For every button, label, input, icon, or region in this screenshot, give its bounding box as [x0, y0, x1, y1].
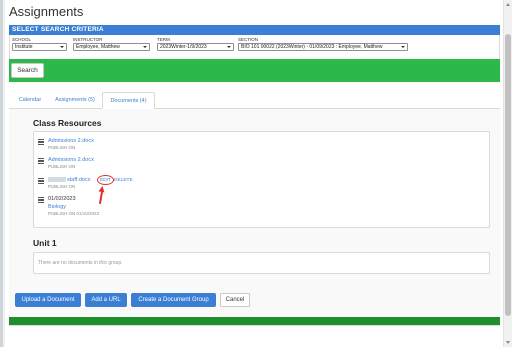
chevron-down-icon	[60, 46, 64, 48]
term-filter: TERM 2023Winter-1/9/2023	[157, 37, 234, 51]
class-resources-title: Class Resources	[33, 118, 102, 128]
search-button[interactable]: Search	[11, 63, 44, 78]
term-select-value: 2023Winter-1/9/2023	[160, 44, 207, 50]
delete-link[interactable]: DELETE	[114, 178, 133, 183]
publish-status: PUBLISH ON	[48, 145, 76, 150]
drag-handle-icon[interactable]	[38, 178, 44, 184]
term-select[interactable]: 2023Winter-1/9/2023	[157, 43, 234, 51]
unit-document-list: There are no documents in this group.	[33, 252, 490, 274]
vertical-scrollbar[interactable]	[503, 0, 512, 347]
document-link[interactable]: Admissions 2.docx	[48, 157, 94, 163]
add-url-button[interactable]: Add a URL	[85, 293, 127, 307]
empty-state-text: There are no documents in this group.	[38, 260, 123, 266]
unit-title: Unit 1	[33, 238, 57, 248]
document-date: 01/02/2023	[48, 196, 76, 202]
chevron-down-icon	[143, 46, 147, 48]
tab-documents[interactable]: Documents (4)	[102, 92, 155, 109]
chevron-down-icon	[227, 46, 231, 48]
instructor-select[interactable]: Employee, Matthew	[73, 43, 150, 51]
scroll-up-icon[interactable]	[506, 3, 510, 6]
school-filter: SCHOOL Institute	[12, 37, 67, 51]
tab-strip: Calendar Assignments (5) Documents (4)	[9, 92, 500, 109]
section-select-value: BIO 101 00022 (2023Winter) - 01/09/2023 …	[241, 44, 383, 50]
page-title: Assignments	[9, 4, 84, 19]
footer-bar	[9, 317, 500, 325]
drag-handle-icon[interactable]	[38, 158, 44, 164]
school-select[interactable]: Institute	[12, 43, 67, 51]
document-link[interactable]: staff.docx	[48, 177, 90, 183]
publish-status: PUBLISH ON	[48, 164, 76, 169]
search-criteria-row: SCHOOL Institute INSTRUCTOR Employee, Ma…	[9, 35, 500, 59]
drag-handle-icon[interactable]	[38, 139, 44, 145]
drag-handle-icon[interactable]	[38, 197, 44, 203]
document-link[interactable]: Admissions 2.docx	[48, 138, 94, 144]
search-bar-background	[9, 59, 500, 82]
document-link-label: staff.docx	[67, 177, 91, 183]
tab-assignments[interactable]: Assignments (5)	[50, 92, 100, 109]
instructor-filter: INSTRUCTOR Employee, Matthew	[73, 37, 150, 51]
upload-document-button[interactable]: Upload a Document	[15, 293, 81, 307]
create-document-group-button[interactable]: Create a Document Group	[131, 293, 216, 307]
annotation-circle	[97, 175, 114, 185]
section-select[interactable]: BIO 101 00022 (2023Winter) - 01/09/2023 …	[238, 43, 408, 51]
school-select-value: Institute	[15, 44, 33, 50]
scrollbar-thumb[interactable]	[505, 34, 511, 316]
search-criteria-header: SELECT SEARCH CRITERIA	[9, 25, 500, 35]
divider	[9, 325, 500, 326]
scroll-down-icon[interactable]	[506, 341, 510, 344]
window-frame-left-inner	[3, 0, 5, 347]
instructor-select-value: Employee, Matthew	[76, 44, 120, 50]
tab-calendar[interactable]: Calendar	[15, 92, 45, 109]
cancel-button[interactable]: Cancel	[220, 293, 250, 307]
redacted-text	[48, 177, 66, 183]
publish-status: PUBLISH ON	[48, 184, 76, 189]
section-filter: SECTION BIO 101 00022 (2023Winter) - 01/…	[238, 37, 408, 51]
publish-status: PUBLISH ON 01/10/2023	[48, 211, 100, 216]
chevron-down-icon	[401, 46, 405, 48]
document-link[interactable]: Biology	[48, 204, 66, 210]
